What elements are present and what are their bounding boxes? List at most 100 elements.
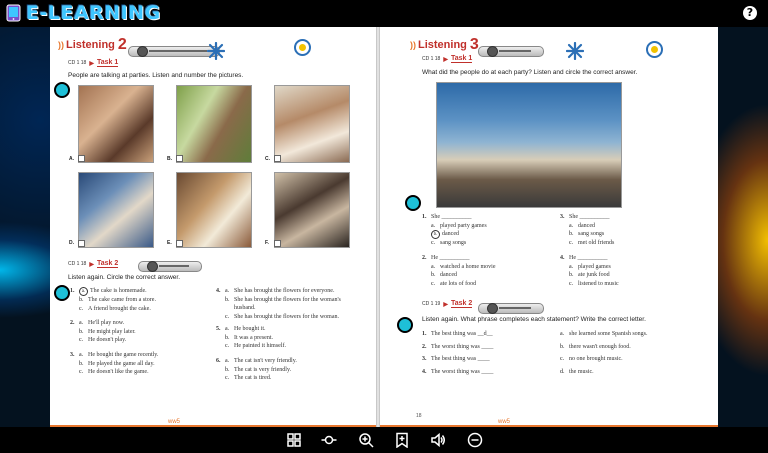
audio-knob[interactable] [147, 261, 158, 272]
option-letter[interactable]: c. [569, 239, 578, 248]
snowflake-icon [207, 42, 225, 60]
option-letter[interactable]: b. [225, 334, 234, 343]
option-letter[interactable]: c. [79, 305, 88, 314]
option-text: She has brought the flowers for the woma… [234, 313, 339, 320]
ending-letter: b. [560, 343, 565, 350]
q-number: 4. [422, 368, 427, 375]
option-text: She has brought the flowers for the woma… [234, 296, 341, 303]
page-number: 18 [416, 413, 422, 419]
option-letter[interactable]: b. [225, 366, 234, 375]
footer-text: ww5 [498, 419, 511, 425]
number-box-c[interactable] [274, 155, 281, 162]
stem-text: The worst thing was ____ [431, 368, 494, 375]
picture-label-f: F. [265, 240, 269, 246]
number-box-b[interactable] [176, 155, 183, 162]
task1-header-right: CD 1 18 ▶ Task 1 [422, 55, 473, 63]
audio-knob[interactable] [137, 46, 148, 57]
hotspot-task2-left[interactable] [54, 285, 70, 301]
option-letter[interactable]: c. [431, 280, 440, 289]
option-letter[interactable]: b. [431, 271, 440, 280]
option-letter[interactable]: a. [431, 222, 440, 231]
q-stem: She __________ [431, 214, 472, 220]
q-number: 3. [560, 214, 565, 220]
right-page: )) Listening 3 CD 1 18 ▶ Task 1 What did… [380, 27, 718, 427]
party-photo-d [78, 172, 154, 248]
number-box-a[interactable] [78, 155, 85, 162]
audio-knob[interactable] [487, 46, 498, 57]
option-letter[interactable]: b. [79, 360, 88, 369]
statement-stems: 1. The best thing was __d__ 2. The worst t… [422, 328, 493, 378]
task-label: Task 1 [450, 55, 473, 63]
option-text: The cat isn't very friendly. [234, 358, 297, 364]
option-text: The cake is homemade. [90, 288, 147, 294]
hotspot-task1-right[interactable] [405, 195, 421, 211]
circled-option[interactable]: b. [431, 230, 440, 239]
option-letter[interactable]: a. [225, 325, 234, 334]
option-text: ate lots of food [440, 280, 477, 287]
option-letter[interactable]: c. [79, 336, 88, 345]
picture-label-b: B. [167, 156, 172, 162]
option-letter[interactable]: b. [79, 328, 88, 337]
volume-icon[interactable] [430, 432, 446, 448]
title-text: Listening [66, 39, 115, 51]
option-letter[interactable]: c. [225, 374, 234, 383]
option-letter[interactable]: a. [431, 263, 440, 272]
number-box-d[interactable] [78, 240, 85, 247]
option-letter[interactable]: b. [569, 271, 578, 280]
zoom-in-icon[interactable] [358, 432, 374, 448]
circled-option[interactable]: a. [79, 287, 88, 296]
option-text: watched a home movie [440, 263, 496, 270]
hotspot-task1-left[interactable] [54, 82, 70, 98]
add-bookmark-icon[interactable] [394, 432, 410, 448]
r-question-3: 3. She __________ a. danced b. sang songs c… [560, 213, 614, 247]
option-letter[interactable]: a. [79, 351, 88, 360]
audio-player-task2-right[interactable] [478, 303, 544, 314]
picture-label-e: E. [167, 240, 172, 246]
option-text: A friend brought the cake. [88, 305, 151, 312]
grid-view-icon[interactable] [286, 432, 302, 448]
option-text: danced [440, 272, 457, 278]
option-letter[interactable]: a. [569, 263, 578, 272]
option-letter[interactable]: a. [225, 287, 234, 296]
option-letter[interactable]: c. [225, 342, 234, 351]
ending-letter: a. [560, 331, 565, 337]
option-text: ate junk food [578, 272, 610, 278]
option-letter[interactable]: c. [431, 239, 440, 248]
option-letter[interactable]: a. [569, 222, 578, 231]
fit-page-icon[interactable] [321, 432, 337, 448]
option-letter[interactable]: c. [569, 280, 578, 289]
stem-text: The best thing was __d__ [431, 331, 493, 337]
option-letter[interactable]: c. [225, 313, 234, 322]
stem-text: The best thing was ____ [431, 356, 490, 362]
q-number: 1. [422, 331, 427, 337]
stem-text: The worst thing was ____ [431, 343, 494, 350]
q-number: 4. [216, 288, 221, 294]
number-box-e[interactable] [176, 240, 183, 247]
option-letter[interactable]: b. [79, 296, 88, 305]
question-2: 2. a. He'll play now. b. He might play late… [70, 319, 136, 345]
title-text: Listening [418, 39, 467, 51]
audio-knob[interactable] [487, 303, 498, 314]
r-question-4: 4. He __________ a. played games b. ate jun… [560, 254, 619, 288]
option-text: The cake came from a store. [88, 297, 156, 303]
option-letter[interactable]: b. [225, 296, 234, 305]
logo-text: E-LEARNING [26, 2, 161, 24]
party-photo-main [436, 82, 622, 208]
option-text: He doesn't play. [88, 337, 127, 343]
cd-track: CD 1 18 [68, 60, 87, 66]
hotspot-task2-right[interactable] [397, 317, 413, 333]
party-photo-c [274, 85, 350, 163]
option-letter[interactable]: a. [225, 357, 234, 366]
task2-instruction-left: Listen again. Circle the correct answer. [68, 274, 180, 281]
option-letter[interactable]: a. [79, 319, 88, 328]
snowflake-icon [566, 42, 584, 60]
audio-track [159, 265, 189, 267]
help-icon[interactable]: ? [743, 6, 757, 20]
minus-circle-icon[interactable] [467, 432, 483, 448]
number-box-f[interactable] [274, 240, 281, 247]
option-letter[interactable]: c. [79, 368, 88, 377]
audio-player-right[interactable] [478, 46, 544, 57]
audio-player-task2-left[interactable] [138, 261, 202, 272]
option-letter[interactable]: b. [569, 230, 578, 239]
option-text: danced [578, 222, 595, 229]
